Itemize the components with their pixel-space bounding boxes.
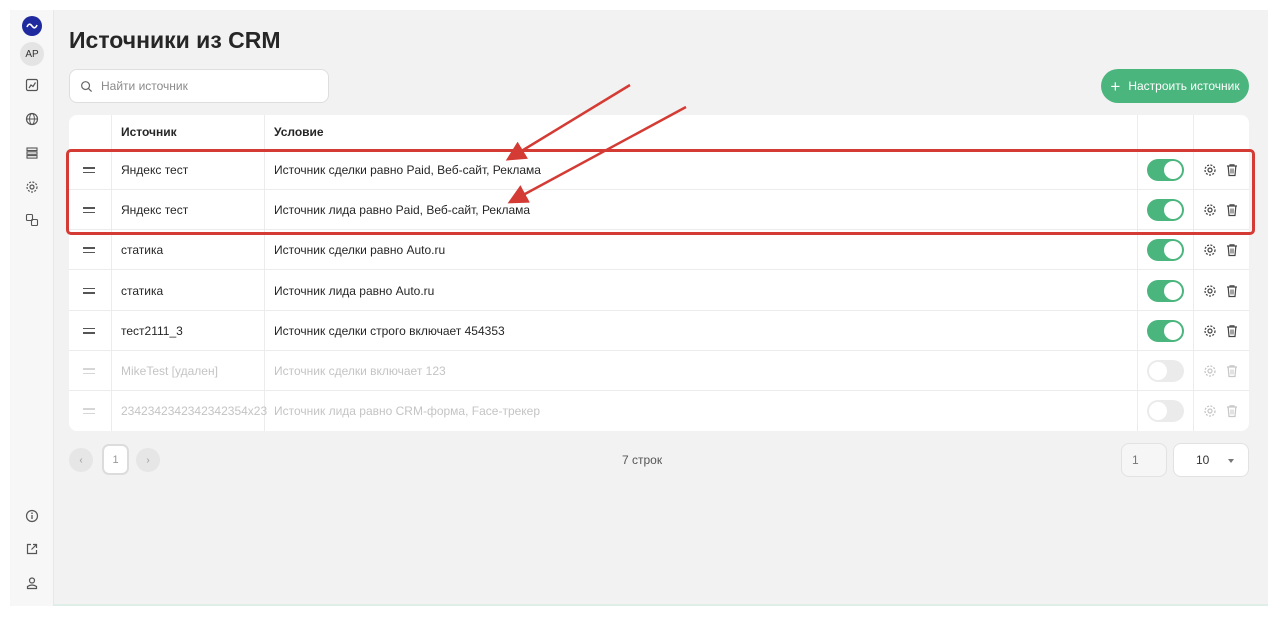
chevron-down-icon: [1228, 459, 1234, 463]
drag-handle-icon[interactable]: [83, 325, 95, 337]
enabled-toggle[interactable]: [1147, 239, 1184, 262]
info-icon[interactable]: [23, 507, 41, 525]
gear-icon[interactable]: [23, 178, 41, 196]
logo-icon[interactable]: [22, 16, 42, 36]
avatar[interactable]: АР: [20, 42, 44, 66]
prev-page-button[interactable]: ‹: [69, 448, 93, 472]
page-title: Источники из CRM: [69, 27, 281, 53]
source-condition: Источник сделки строго включает 454353: [274, 323, 505, 338]
highlight-box: [66, 149, 1255, 235]
gear-icon[interactable]: [1203, 324, 1217, 338]
table-header: Источник Условие: [69, 115, 1249, 150]
analytics-icon[interactable]: [23, 76, 41, 94]
table-row: статика Источник сделки равно Auto.ru: [69, 230, 1249, 271]
rows-count: 7 строк: [622, 453, 663, 467]
trash-icon[interactable]: [1225, 284, 1239, 298]
page-number-button[interactable]: 1: [102, 444, 129, 475]
trash-icon[interactable]: [1225, 324, 1239, 338]
source-condition: Источник лида равно CRM-форма, Face-трек…: [274, 404, 541, 419]
drag-handle-icon[interactable]: [83, 285, 95, 297]
configure-source-label: Настроить источник: [1128, 79, 1240, 93]
sidebar: АР: [10, 10, 54, 606]
source-name: статика: [121, 243, 164, 258]
table-row: MikeTest [удален] Источник сделки включае…: [69, 351, 1249, 391]
enabled-toggle[interactable]: [1147, 360, 1184, 382]
table-row: тест2111_3 Источник сделки строго включае…: [69, 311, 1249, 351]
configure-source-button[interactable]: + Настроить источник: [1101, 69, 1249, 103]
drag-handle-icon[interactable]: [83, 405, 95, 417]
gear-icon[interactable]: [1203, 284, 1217, 298]
table-row: 2342342342342342354x23 Источник лида равн…: [69, 391, 1249, 431]
external-link-icon[interactable]: [23, 540, 41, 558]
drag-handle-icon[interactable]: [83, 244, 95, 256]
search-input[interactable]: [101, 79, 311, 93]
source-name: статика: [121, 283, 164, 298]
trash-icon[interactable]: [1225, 404, 1239, 418]
source-name: 2342342342342342354x23: [121, 404, 268, 419]
gear-icon[interactable]: [1203, 243, 1217, 257]
source-name: тест2111_3: [121, 323, 183, 338]
search-box[interactable]: [69, 69, 329, 103]
enabled-toggle[interactable]: [1147, 279, 1184, 302]
source-name: MikeTest [удален]: [121, 364, 218, 378]
table-row: статика Источник лида равно Auto.ru: [69, 271, 1249, 311]
enabled-toggle[interactable]: [1147, 400, 1184, 423]
enabled-toggle[interactable]: [1147, 319, 1184, 342]
page-input[interactable]: 1: [1121, 443, 1167, 477]
globe-icon[interactable]: [23, 110, 41, 128]
sync-icon[interactable]: [23, 211, 41, 229]
per-page-select[interactable]: 10: [1173, 443, 1249, 477]
plus-icon: +: [1110, 76, 1121, 96]
trash-icon[interactable]: [1225, 243, 1239, 257]
source-condition: Источник лида равно Auto.ru: [274, 283, 435, 298]
next-page-button[interactable]: ›: [136, 448, 160, 472]
header-condition[interactable]: Условие: [274, 115, 324, 150]
header-source[interactable]: Источник: [121, 115, 177, 150]
user-icon[interactable]: [23, 574, 41, 592]
source-condition: Источник сделки включает 123: [274, 364, 446, 378]
per-page-value: 10: [1196, 453, 1210, 467]
search-icon: [81, 80, 93, 92]
gear-icon[interactable]: [1203, 404, 1217, 418]
gear-icon[interactable]: [1203, 364, 1217, 378]
trash-icon[interactable]: [1225, 364, 1239, 378]
list-icon[interactable]: [23, 144, 41, 162]
source-condition: Источник сделки равно Auto.ru: [274, 243, 446, 258]
drag-handle-icon[interactable]: [83, 365, 95, 377]
